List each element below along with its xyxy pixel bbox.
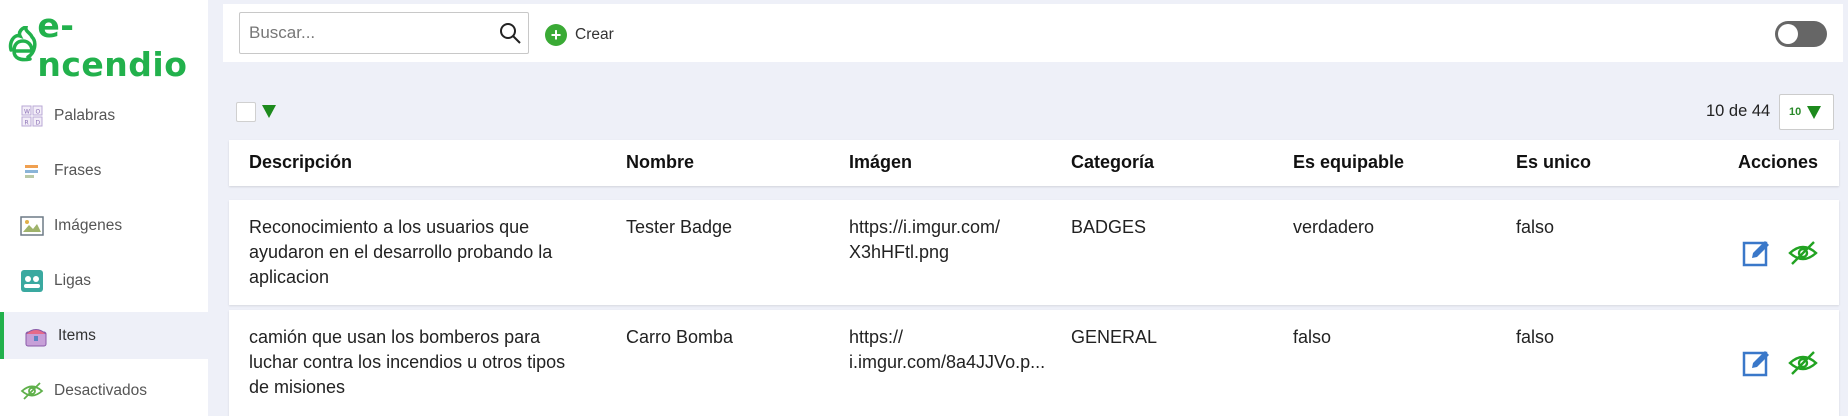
deactivate-eye-slash-icon[interactable]	[1788, 348, 1818, 378]
eye-slash-icon	[20, 379, 44, 403]
column-header-nombre[interactable]: Nombre	[626, 152, 694, 173]
cell-imagen: https://i.imgur.com/ X3hHFtl.png	[849, 215, 1059, 265]
sidebar-item-label: Palabras	[54, 106, 116, 124]
cell-text-line: de misiones	[249, 377, 346, 397]
column-header-unico[interactable]: Es unico	[1516, 152, 1591, 173]
cell-text-line: ayudaron en el desarrollo probando la	[249, 242, 553, 262]
svg-text:R: R	[25, 119, 29, 126]
chevron-down-icon	[1807, 105, 1822, 119]
table-header: Descripción Nombre Imágen Categoría Es e…	[229, 140, 1839, 186]
cell-text-line: i.imgur.com/8a4JJVo.p...	[849, 352, 1046, 372]
sidebar-item-palabras[interactable]: W O R D Palabras	[0, 92, 208, 139]
sidebar-item-frases[interactable]: Frases	[0, 147, 208, 194]
image-icon	[20, 214, 44, 238]
sidebar-item-imagenes[interactable]: Imágenes	[0, 202, 208, 249]
cell-equipable: falso	[1293, 327, 1332, 347]
search-box	[239, 12, 529, 54]
cell-unico: falso	[1516, 327, 1555, 347]
sidebar-item-desactivados[interactable]: Desactivados	[0, 367, 208, 414]
edit-icon[interactable]	[1742, 348, 1772, 378]
cell-categoria: BADGES	[1071, 217, 1147, 237]
sidebar-item-ligas[interactable]: Ligas	[0, 257, 208, 304]
sidebar-item-label: Items	[58, 326, 96, 344]
svg-text:O: O	[36, 108, 41, 115]
cell-text-line: https://	[849, 327, 904, 347]
cell-text-line: X3hHFtl.png	[849, 242, 950, 262]
cell-categoria: GENERAL	[1071, 327, 1158, 347]
sidebar-nav: W O R D Palabras Frases Imágenes Ligas I…	[0, 92, 208, 416]
create-button-label: Crear	[575, 26, 614, 43]
search-input[interactable]	[240, 23, 480, 43]
sidebar-item-label: Ligas	[54, 271, 92, 289]
view-toggle[interactable]	[1775, 21, 1827, 47]
items-chest-icon	[24, 324, 48, 348]
cell-descripcion: Reconocimiento a los usuarios que ayudar…	[249, 215, 609, 290]
app-logo[interactable]: e-ncendio	[8, 6, 208, 84]
svg-text:D: D	[36, 119, 41, 126]
cell-text-line: https://i.imgur.com/	[849, 217, 1001, 237]
column-header-acciones: Acciones	[1738, 152, 1819, 172]
sidebar-item-label: Desactivados	[54, 381, 148, 399]
column-header-imagen[interactable]: Imágen	[849, 152, 912, 173]
select-all-checkbox[interactable]	[236, 102, 256, 122]
logo-text: e-ncendio	[37, 6, 188, 84]
deactivate-eye-slash-icon[interactable]	[1788, 238, 1818, 268]
pagination-info: 10 de 44	[1706, 102, 1771, 120]
column-header-equipable[interactable]: Es equipable	[1293, 152, 1404, 173]
plus-circle-icon: +	[545, 24, 567, 46]
edit-icon[interactable]	[1742, 238, 1772, 268]
leagues-icon	[20, 269, 44, 293]
sidebar: e-ncendio W O R D Palabras Frases Imágen…	[0, 0, 208, 416]
cell-text-line: Reconocimiento a los usuarios que	[249, 217, 530, 237]
phrases-icon	[20, 159, 44, 183]
column-header-categoria[interactable]: Categoría	[1071, 152, 1154, 173]
select-options-caret-icon[interactable]	[262, 105, 276, 118]
top-toolbar: + Crear	[223, 4, 1843, 62]
cell-text-line: camión que usan los bomberos para	[249, 327, 541, 347]
row-actions	[1742, 348, 1818, 378]
column-header-descripcion[interactable]: Descripción	[249, 152, 352, 173]
sidebar-item-items[interactable]: Items	[0, 312, 208, 359]
search-icon[interactable]	[498, 21, 522, 50]
page-size-select[interactable]: 10	[1779, 94, 1834, 130]
flame-e-logo-icon	[8, 26, 37, 64]
toggle-knob	[1778, 24, 1798, 44]
cell-text-line: luchar contra los incendios u otros tipo…	[249, 352, 566, 372]
cell-text-line: aplicacion	[249, 267, 330, 287]
row-actions	[1742, 238, 1818, 268]
create-button[interactable]: + Crear	[545, 24, 614, 46]
cell-nombre: Carro Bomba	[626, 327, 734, 347]
cell-imagen: https:// i.imgur.com/8a4JJVo.p...	[849, 325, 1059, 375]
svg-text:W: W	[24, 108, 30, 115]
words-grid-icon: W O R D	[20, 104, 44, 128]
sidebar-item-label: Imágenes	[54, 216, 123, 234]
table-row[interactable]: camión que usan los bomberos para luchar…	[229, 310, 1839, 416]
cell-nombre: Tester Badge	[626, 217, 733, 237]
table-row[interactable]: Reconocimiento a los usuarios que ayudar…	[229, 200, 1839, 305]
page-size-value: 10	[1789, 106, 1802, 118]
sidebar-item-label: Frases	[54, 161, 102, 179]
cell-unico: falso	[1516, 217, 1555, 237]
cell-equipable: verdadero	[1293, 217, 1375, 237]
cell-descripcion: camión que usan los bomberos para luchar…	[249, 325, 609, 400]
